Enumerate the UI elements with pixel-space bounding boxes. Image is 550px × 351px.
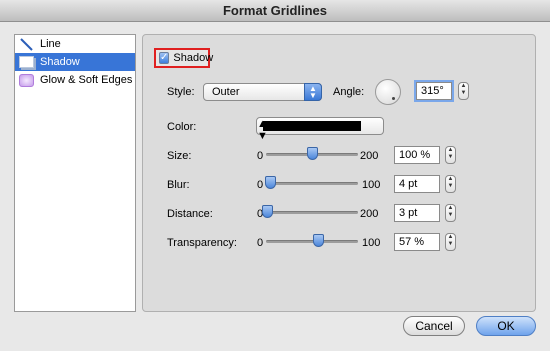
color-swatch: [263, 121, 361, 131]
sidebar-item-glow[interactable]: Glow & Soft Edges: [15, 71, 135, 89]
chevron-updown-icon: ▲▼: [304, 83, 322, 101]
size-min: 0: [257, 150, 264, 162]
sidebar-item-line[interactable]: Line: [15, 35, 135, 53]
blur-field[interactable]: 4 pt: [394, 175, 440, 193]
shadow-checkbox[interactable]: ✓: [159, 52, 170, 64]
glow-icon: [19, 73, 34, 87]
ok-button[interactable]: OK: [476, 316, 536, 336]
blur-slider[interactable]: [264, 176, 358, 189]
transparency-min: 0: [257, 237, 264, 249]
sidebar-item-label: Line: [40, 38, 61, 50]
shadow-checkbox-group[interactable]: ✓ Shadow: [154, 48, 214, 68]
size-stepper[interactable]: ▲ ▼: [445, 146, 456, 164]
style-select[interactable]: Outer ▲ ▼: [203, 83, 322, 101]
transparency-label: Transparency:: [167, 237, 237, 249]
size-field[interactable]: 100 %: [394, 146, 440, 164]
angle-field[interactable]: 315°: [416, 82, 452, 100]
cancel-button[interactable]: Cancel: [403, 316, 465, 336]
shadow-checkbox-label: Shadow: [173, 52, 214, 64]
window-title: Format Gridlines: [0, 0, 550, 22]
blur-stepper[interactable]: ▲ ▼: [445, 175, 456, 193]
shadow-settings-panel: [142, 34, 536, 312]
slider-thumb[interactable]: [307, 147, 318, 160]
transparency-max: 100: [362, 237, 381, 249]
slider-track: [266, 182, 358, 185]
distance-stepper[interactable]: ▲ ▼: [445, 204, 456, 222]
color-picker[interactable]: ▲▼: [256, 117, 384, 142]
category-list: Line Shadow Glow & Soft Edges: [14, 34, 136, 312]
size-slider[interactable]: [266, 147, 358, 160]
transparency-field[interactable]: 57 %: [394, 233, 440, 251]
blur-min: 0: [257, 179, 264, 191]
sidebar-item-label: Glow & Soft Edges: [40, 74, 133, 86]
angle-label: Angle:: [333, 86, 365, 98]
size-max: 200: [360, 150, 379, 162]
blur-label: Blur:: [167, 179, 190, 191]
slider-thumb[interactable]: [262, 205, 274, 218]
distance-field[interactable]: 3 pt: [394, 204, 440, 222]
size-label: Size:: [167, 150, 192, 162]
distance-max: 200: [360, 208, 379, 220]
format-gridlines-dialog: Format Gridlines Line Shadow Glow & Soft…: [0, 0, 550, 351]
distance-slider[interactable]: [262, 205, 358, 218]
color-label: Color:: [167, 121, 197, 133]
slider-track: [266, 211, 358, 214]
style-select-value: Outer: [212, 86, 240, 98]
angle-stepper[interactable]: ▲ ▼: [458, 82, 469, 100]
sidebar-item-label: Shadow: [40, 56, 80, 68]
distance-label: Distance:: [167, 208, 213, 220]
slider-thumb[interactable]: [264, 176, 276, 189]
style-label: Style:: [167, 86, 195, 98]
transparency-slider[interactable]: [266, 234, 358, 247]
angle-dial[interactable]: [375, 79, 401, 105]
transparency-stepper[interactable]: ▲ ▼: [445, 233, 456, 251]
blur-max: 100: [362, 179, 381, 191]
slider-thumb[interactable]: [313, 234, 325, 247]
angle-dial-indicator: [392, 97, 395, 100]
line-icon: [19, 37, 34, 52]
shadow-icon: [19, 56, 34, 68]
slider-track: [266, 240, 358, 243]
sidebar-item-shadow[interactable]: Shadow: [15, 53, 135, 71]
